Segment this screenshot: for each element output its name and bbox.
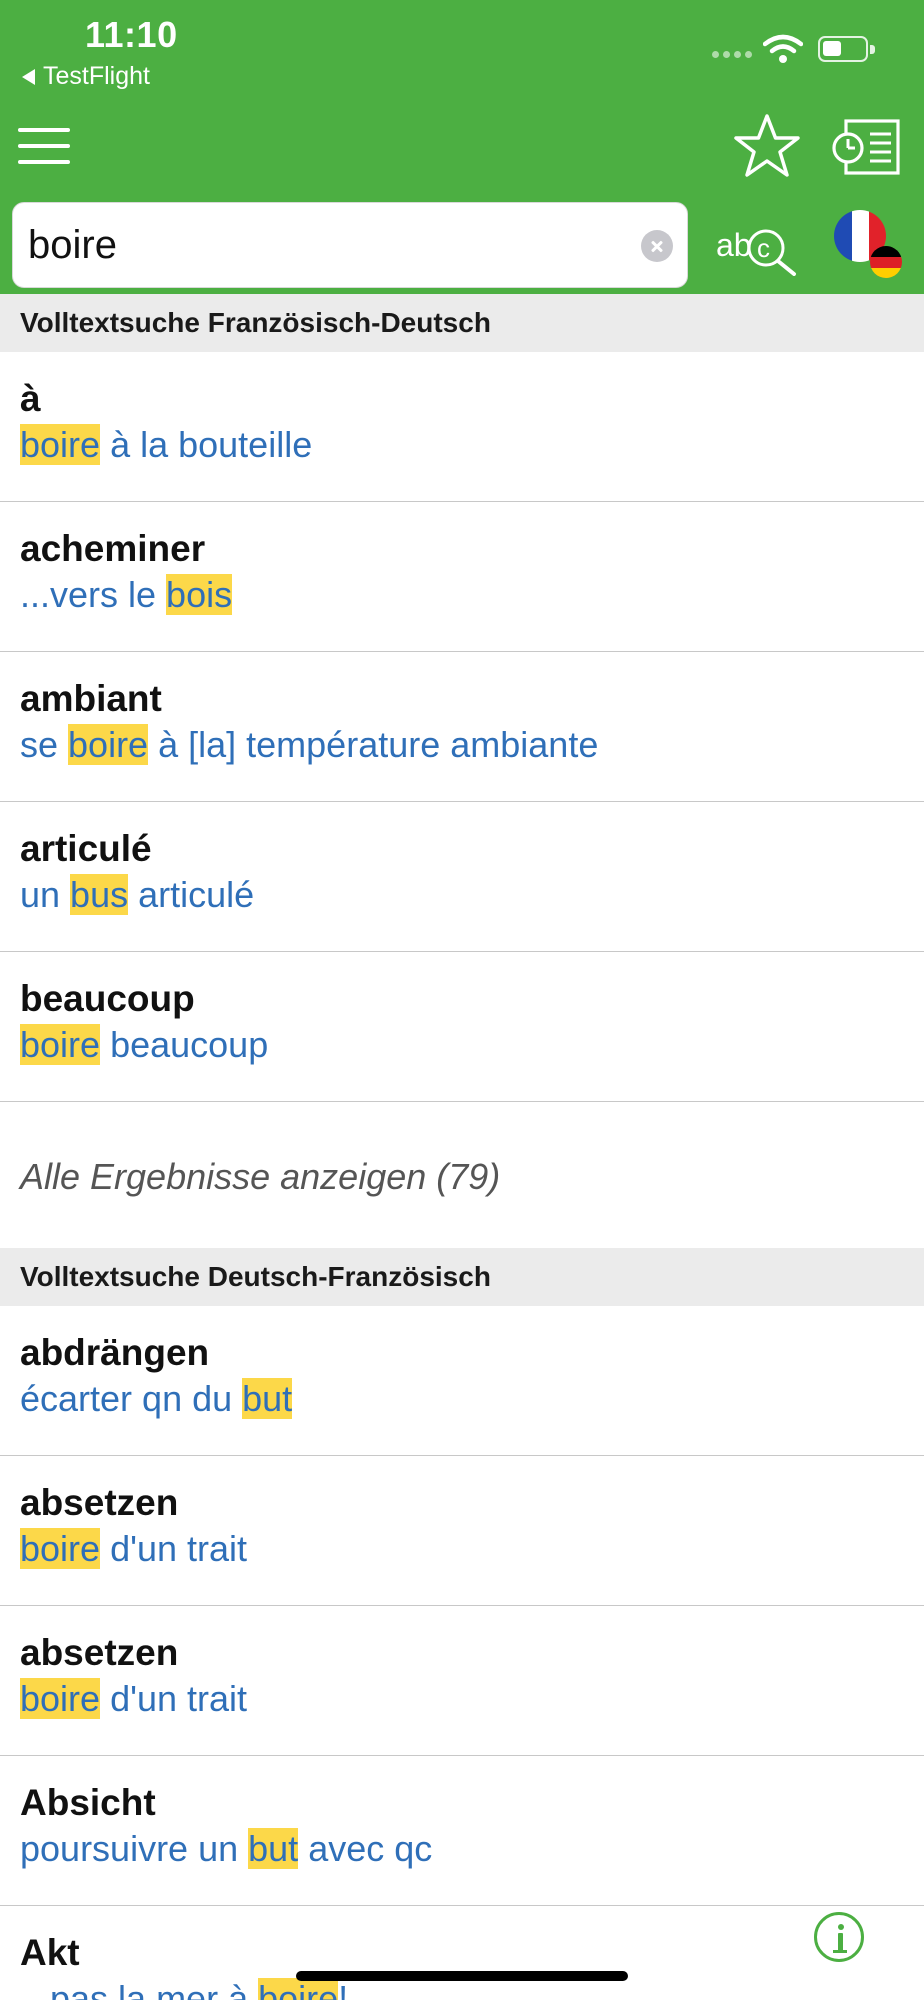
search-hit: bus [70, 874, 129, 915]
result-headword: à [20, 378, 41, 419]
spell-search-icon[interactable]: ab c [714, 218, 800, 276]
result-example: boire d'un trait [20, 1528, 248, 1569]
search-hit: boire [20, 424, 101, 465]
search-hit: boire [20, 1024, 101, 1065]
hamburger-menu-icon [18, 128, 70, 132]
search-hit: boire [20, 1678, 101, 1719]
home-indicator[interactable] [296, 1971, 628, 1981]
show-all-label: Alle Ergebnisse anzeigen (79) [20, 1156, 501, 1197]
svg-text:ab: ab [716, 227, 752, 263]
search-input[interactable] [28, 215, 628, 275]
search-hit: boire [258, 1978, 339, 2000]
result-headword: ambiant [20, 678, 162, 719]
result-headword: absetzen [20, 1482, 179, 1523]
search-hit: boire [68, 724, 149, 765]
result-item[interactable]: absetzen boire d'un trait [0, 1456, 924, 1606]
result-example: un bus articulé [20, 874, 255, 915]
result-headword: beaucoup [20, 978, 195, 1019]
result-example: se boire à [la] température ambiante [20, 724, 599, 765]
result-item[interactable]: beaucoup boire beaucoup [0, 952, 924, 1102]
result-headword: abdrängen [20, 1332, 210, 1373]
favorites-star-icon[interactable] [732, 112, 802, 182]
result-item[interactable]: ambiant se boire à [la] température ambi… [0, 652, 924, 802]
search-hit: bois [166, 574, 233, 615]
result-headword: Akt [20, 1932, 80, 1973]
back-app-label: TestFlight [43, 62, 150, 90]
status-time: 11:10 [85, 14, 178, 55]
search-box [12, 202, 688, 288]
back-to-app-link[interactable]: TestFlight [22, 62, 150, 91]
result-example: écarter qn du but [20, 1378, 293, 1419]
menu-button[interactable] [18, 120, 70, 166]
search-hit: boire [20, 1528, 101, 1569]
result-example: boire à la bouteille [20, 424, 313, 465]
result-example: ...vers le bois [20, 574, 233, 615]
info-icon[interactable] [814, 1912, 864, 1962]
back-triangle-icon [22, 68, 35, 85]
history-list-icon[interactable] [832, 118, 902, 176]
result-item[interactable]: articulé un bus articulé [0, 802, 924, 952]
result-item[interactable]: abdrängen écarter qn du but [0, 1306, 924, 1456]
wifi-icon [763, 34, 803, 63]
result-headword: articulé [20, 828, 152, 869]
cellular-signal-icon [712, 51, 752, 58]
fr-de-flags-icon[interactable] [834, 210, 906, 282]
result-example: poursuivre un but avec qc [20, 1828, 433, 1869]
search-hit: but [248, 1828, 299, 1869]
search-hit: but [242, 1378, 293, 1419]
section-header-fr-de: Volltextsuche Französisch-Deutsch [0, 294, 924, 352]
svg-text:c: c [757, 233, 770, 263]
result-example: ...pas la mer à boire! [20, 1978, 348, 2000]
result-item[interactable]: absetzen boire d'un trait [0, 1606, 924, 1756]
section-header-de-fr: Volltextsuche Deutsch-Französisch [0, 1248, 924, 1306]
result-item[interactable]: à boire à la bouteille [0, 352, 924, 502]
result-item[interactable]: Absicht poursuivre un but avec qc [0, 1756, 924, 1906]
result-headword: acheminer [20, 528, 206, 569]
result-example: boire beaucoup [20, 1024, 269, 1065]
result-item[interactable]: Akt ...pas la mer à boire! [0, 1906, 924, 2000]
result-item[interactable]: acheminer ...vers le bois [0, 502, 924, 652]
result-headword: absetzen [20, 1632, 179, 1673]
clear-search-icon[interactable] [641, 230, 673, 262]
result-example: boire d'un trait [20, 1678, 248, 1719]
battery-icon [818, 36, 875, 62]
result-headword: Absicht [20, 1782, 156, 1823]
show-all-results-link[interactable]: Alle Ergebnisse anzeigen (79) [0, 1102, 924, 1252]
